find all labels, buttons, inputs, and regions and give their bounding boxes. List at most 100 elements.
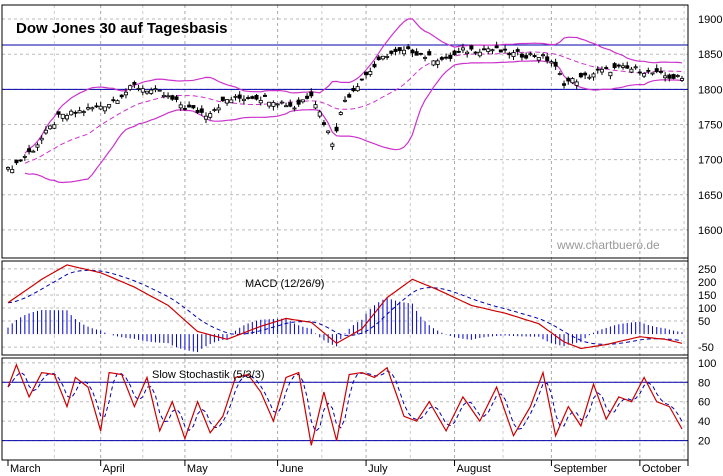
macd-tick-label: -50 bbox=[698, 342, 714, 354]
candle-body bbox=[102, 106, 107, 112]
candle-body bbox=[549, 61, 554, 64]
candle-body bbox=[473, 51, 478, 54]
candle-body bbox=[621, 65, 626, 68]
candle-body bbox=[317, 111, 322, 117]
candle-body bbox=[418, 53, 423, 55]
price-tick-label: 17000 bbox=[698, 155, 723, 167]
candle-body bbox=[557, 73, 562, 75]
candle-body bbox=[359, 78, 364, 81]
candle-body bbox=[203, 115, 208, 120]
candle-body bbox=[166, 95, 171, 98]
candle-body bbox=[229, 99, 234, 104]
candle-body bbox=[191, 105, 196, 109]
candle-body bbox=[161, 94, 166, 97]
candle-body bbox=[642, 73, 647, 77]
candle-body bbox=[342, 99, 347, 102]
candle-body bbox=[157, 89, 162, 92]
candle-body bbox=[174, 96, 179, 100]
stochastic-title: Slow Stochastik (5/3/3) bbox=[152, 369, 265, 381]
candle-body bbox=[393, 48, 398, 52]
candle-body bbox=[587, 76, 592, 79]
candle-body bbox=[633, 66, 638, 69]
candle-body bbox=[107, 104, 112, 108]
candle-body bbox=[140, 88, 145, 93]
macd-title: MACD (12/26/9) bbox=[245, 278, 324, 290]
candle-body bbox=[119, 94, 124, 98]
macd-tick-label: 100 bbox=[698, 303, 716, 315]
candle-body bbox=[149, 89, 154, 94]
month-label: March bbox=[10, 463, 41, 475]
candle-body bbox=[90, 107, 95, 110]
candle-body bbox=[279, 101, 284, 104]
candle-body bbox=[406, 46, 411, 49]
candle-body bbox=[658, 70, 663, 73]
candle-body bbox=[376, 56, 381, 61]
candle-body bbox=[288, 102, 293, 107]
candle-body bbox=[654, 68, 659, 73]
candle-body bbox=[153, 88, 158, 91]
candle-body bbox=[10, 169, 15, 174]
candle-body bbox=[313, 104, 318, 109]
candle-body bbox=[465, 51, 470, 54]
candle-body bbox=[444, 56, 449, 59]
candle-body bbox=[187, 104, 192, 108]
candle-body bbox=[254, 94, 259, 100]
candle-body bbox=[77, 110, 82, 114]
candle-body bbox=[368, 71, 373, 75]
price-tick-label: 17500 bbox=[698, 119, 723, 131]
candle-body bbox=[671, 74, 676, 79]
chart-title: Dow Jones 30 auf Tagesbasis bbox=[16, 20, 227, 37]
candle-body bbox=[498, 49, 503, 53]
candle-body bbox=[132, 82, 137, 85]
candle-body bbox=[456, 51, 461, 53]
macd-tick-label: 150 bbox=[698, 290, 716, 302]
candle-body bbox=[515, 49, 520, 52]
candle-body bbox=[212, 109, 217, 111]
candle-body bbox=[528, 53, 533, 56]
candle-body bbox=[553, 61, 558, 67]
candle-body bbox=[604, 67, 609, 69]
candle-body bbox=[292, 107, 297, 110]
candle-body bbox=[35, 144, 40, 148]
month-label: June bbox=[280, 463, 304, 475]
candle-body bbox=[460, 47, 465, 51]
candle-body bbox=[675, 75, 680, 77]
candle-body bbox=[536, 57, 541, 61]
candle-body bbox=[237, 94, 242, 99]
candle-body bbox=[540, 54, 545, 57]
candle-body bbox=[258, 100, 263, 104]
candle-body bbox=[309, 91, 314, 97]
candle-body bbox=[275, 103, 280, 106]
macd-tick-label: 200 bbox=[698, 277, 716, 289]
candle-body bbox=[86, 107, 91, 110]
candle-body bbox=[123, 91, 128, 96]
candle-body bbox=[262, 94, 267, 97]
candle-body bbox=[22, 155, 27, 158]
candle-body bbox=[27, 148, 32, 153]
candle-body bbox=[625, 65, 630, 69]
candle-body bbox=[48, 125, 53, 130]
candle-body bbox=[271, 102, 276, 107]
candle-body bbox=[18, 159, 23, 162]
candle-body bbox=[246, 97, 251, 99]
candle-body bbox=[482, 48, 487, 51]
candle-body bbox=[64, 115, 69, 120]
chart-canvas: March April May June July August September Octo… bbox=[0, 0, 723, 476]
candle-body bbox=[115, 100, 120, 105]
candle-body bbox=[170, 95, 175, 100]
candle-body bbox=[267, 101, 272, 107]
candle-body bbox=[385, 56, 390, 58]
candle-body bbox=[364, 71, 369, 76]
stoch-tick-label: 60 bbox=[698, 397, 710, 409]
candle-body bbox=[98, 105, 103, 110]
candle-body bbox=[195, 109, 200, 113]
month-label: October bbox=[642, 463, 681, 475]
candle-body bbox=[650, 72, 655, 75]
candle-body bbox=[595, 68, 600, 71]
candle-body bbox=[507, 52, 512, 56]
candle-body bbox=[532, 55, 537, 57]
candle-body bbox=[486, 48, 491, 52]
candle-body bbox=[452, 50, 457, 56]
month-label: September bbox=[553, 463, 607, 475]
candle-body bbox=[629, 68, 634, 73]
